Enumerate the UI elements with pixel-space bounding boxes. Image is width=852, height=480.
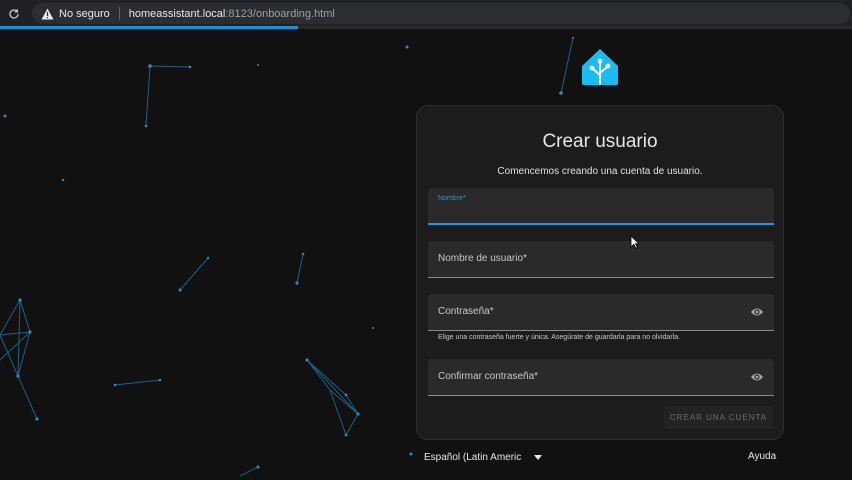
name-field-label: Nombre* xyxy=(438,195,466,202)
language-selector-value: Español (Latin Americ xyxy=(424,452,522,463)
mouse-cursor-icon xyxy=(630,235,640,249)
language-selector[interactable]: Español (Latin Americ xyxy=(424,452,543,463)
confirm-password-field-label: Confirmar contraseña* xyxy=(438,371,539,382)
page-title: Crear usuario xyxy=(542,131,658,152)
chevron-down-icon xyxy=(534,455,543,460)
browser-toolbar: No seguro homeassistant.local :8123/onbo… xyxy=(0,0,852,27)
password-helper-text: Elige una contraseña fuerte y única. Ase… xyxy=(438,334,681,341)
warning-icon[interactable] xyxy=(41,8,54,20)
create-account-button[interactable]: CREAR UNA CUENTA xyxy=(664,406,773,429)
show-confirm-password-eye-icon[interactable] xyxy=(750,371,764,383)
help-link[interactable]: Ayuda xyxy=(748,451,776,462)
not-secure-label[interactable]: No seguro xyxy=(59,8,110,20)
password-field[interactable]: Contraseña* xyxy=(428,294,774,331)
reload-button[interactable] xyxy=(1,0,27,27)
username-field[interactable]: Nombre de usuario* xyxy=(428,241,774,278)
password-field-label: Contraseña* xyxy=(438,306,494,317)
url-path: :8123/onboarding.html xyxy=(225,7,335,20)
confirm-password-field[interactable]: Confirmar contraseña* xyxy=(428,359,774,396)
page-subtitle: Comencemos creando una cuenta de usuario… xyxy=(497,166,703,177)
address-divider xyxy=(118,7,120,20)
name-field[interactable]: Nombre* xyxy=(428,188,774,225)
show-password-eye-icon[interactable] xyxy=(750,306,764,318)
reload-icon xyxy=(9,8,19,19)
address-bar[interactable]: No seguro homeassistant.local :8123/onbo… xyxy=(32,3,850,24)
create-user-card: Crear usuario Comencemos creando una cue… xyxy=(416,105,784,440)
home-assistant-logo xyxy=(582,49,618,85)
username-field-label: Nombre de usuario* xyxy=(438,253,527,264)
url-host: homeassistant.local xyxy=(128,7,226,20)
